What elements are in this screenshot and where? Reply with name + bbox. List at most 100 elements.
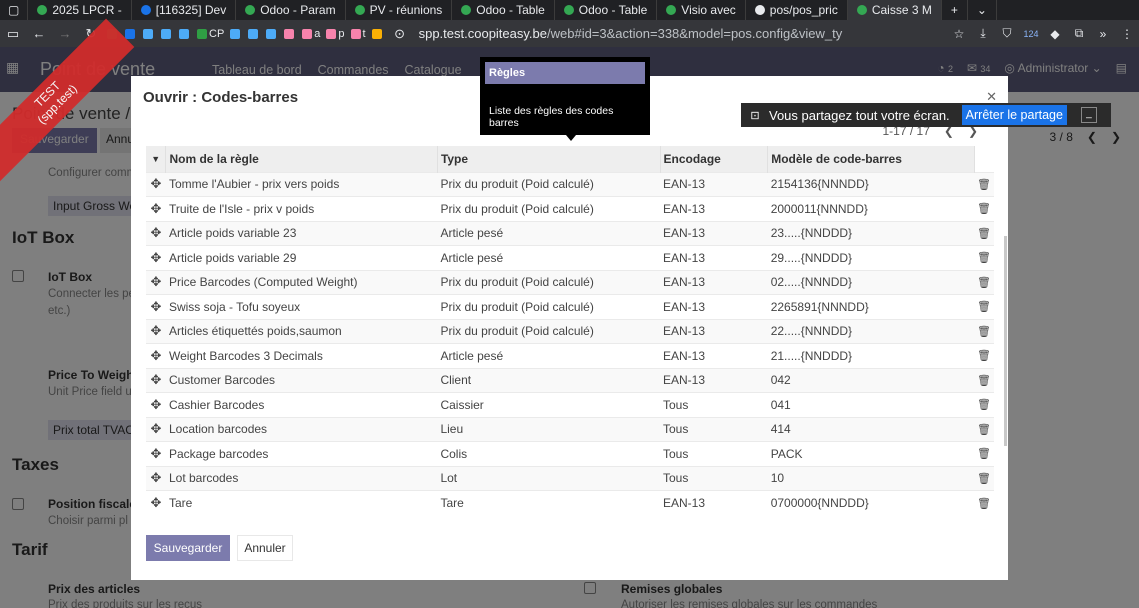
dialog-cancel-button[interactable]: Annuler: [237, 535, 293, 561]
table-row[interactable]: ✥ Swiss soja - Tofu soyeux Prix du produit…: [146, 294, 994, 319]
trash-icon[interactable]: 🗑: [974, 196, 994, 221]
cell-encoding[interactable]: EAN-13: [660, 245, 768, 270]
drag-handle-icon[interactable]: ✥: [146, 220, 166, 246]
cell-encoding[interactable]: EAN-13: [660, 490, 768, 515]
cell-name[interactable]: Location barcodes: [165, 416, 438, 442]
sidebar-toggle-icon[interactable]: ▭: [0, 26, 26, 42]
cell-name[interactable]: Truite de l'Isle - prix v poids: [165, 196, 438, 221]
cell-pattern[interactable]: 10: [767, 465, 974, 491]
cell-pattern[interactable]: 041: [767, 392, 974, 417]
stop-sharing-button[interactable]: Arrêter le partage: [961, 105, 1067, 125]
dialog-save-button[interactable]: Sauvegarder: [146, 535, 230, 561]
cell-encoding[interactable]: Tous: [660, 416, 768, 442]
table-row[interactable]: ✥ Tomme l'Aubier - prix vers poids Prix du…: [146, 171, 994, 197]
table-row[interactable]: ✥ Article poids variable 29 Article pesé EA…: [146, 245, 994, 270]
table-row[interactable]: ✥ Customer Barcodes Client EAN-13 042 🗑: [146, 367, 994, 393]
trash-icon[interactable]: 🗑: [974, 465, 994, 491]
bookmark-item[interactable]: [230, 28, 242, 39]
drag-handle-icon[interactable]: ✥: [146, 392, 166, 417]
browser-tab[interactable]: PV - réunions: [346, 0, 453, 20]
trash-icon[interactable]: 🗑: [974, 392, 994, 417]
cell-pattern[interactable]: 29.....{NNDDD}: [767, 245, 974, 270]
cell-type[interactable]: Prix du produit (Poid calculé): [437, 171, 660, 197]
cell-pattern[interactable]: 21.....{NNDDD}: [767, 343, 974, 368]
trash-icon[interactable]: 🗑: [974, 294, 994, 319]
column-header-pattern[interactable]: Modèle de code-barres: [767, 146, 975, 172]
kebab-menu-icon[interactable]: ⋮: [1115, 27, 1139, 41]
trash-icon[interactable]: 🗑: [974, 269, 994, 295]
cell-name[interactable]: Package barcodes: [165, 441, 438, 466]
drag-handle-icon[interactable]: ✥: [146, 245, 166, 270]
drag-handle-icon[interactable]: ✥: [146, 318, 166, 344]
trash-icon[interactable]: 🗑: [974, 343, 994, 368]
site-info-icon[interactable]: ⊙: [387, 26, 413, 42]
browser-tab[interactable]: Odoo - Table: [452, 0, 555, 20]
table-row[interactable]: ✥ Weight Barcodes 3 Decimals Article pesé E…: [146, 343, 994, 368]
tab-search-icon[interactable]: ▢: [0, 0, 29, 20]
table-row[interactable]: ✥ Truite de l'Isle - prix v poids Prix du …: [146, 196, 994, 221]
cell-encoding[interactable]: Tous: [660, 441, 768, 466]
drag-handle-icon[interactable]: ✥: [146, 294, 166, 319]
cell-encoding[interactable]: EAN-13: [660, 269, 768, 295]
drag-handle-icon[interactable]: ✥: [146, 465, 166, 491]
cell-name[interactable]: Articles étiquettés poids,saumon: [165, 318, 438, 344]
drag-handle-icon[interactable]: ✥: [146, 416, 166, 442]
bookmark-item[interactable]: CP: [197, 28, 224, 40]
cell-encoding[interactable]: Tous: [660, 392, 768, 417]
drag-handle-icon[interactable]: ✥: [146, 490, 166, 515]
cell-encoding[interactable]: EAN-13: [660, 367, 768, 393]
table-row[interactable]: ✥ Tare Tare EAN-13 0700000{NNDDD} 🗑: [146, 490, 994, 515]
table-row[interactable]: ✥ Package barcodes Colis Tous PACK 🗑: [146, 441, 994, 466]
cell-name[interactable]: Cashier Barcodes: [165, 392, 438, 417]
bookmark-item[interactable]: [161, 28, 173, 39]
cell-encoding[interactable]: EAN-13: [660, 294, 768, 319]
table-row[interactable]: ✥ Article poids variable 23 Article pesé EA…: [146, 220, 994, 246]
trash-icon[interactable]: 🗑: [974, 220, 994, 246]
browser-tab[interactable]: Caisse 3 M: [847, 0, 942, 20]
cell-name[interactable]: Lot barcodes: [165, 465, 438, 491]
bookmark-item[interactable]: [248, 28, 260, 39]
table-row[interactable]: ✥ Location barcodes Lieu Tous 414 🗑: [146, 416, 994, 442]
cell-type[interactable]: Lieu: [437, 416, 660, 442]
cell-pattern[interactable]: 042: [767, 367, 974, 393]
shield-extension-icon[interactable]: ⛉: [995, 26, 1019, 41]
drag-handle-icon[interactable]: ✥: [146, 367, 166, 393]
cell-pattern[interactable]: 22.....{NNNDD}: [767, 318, 974, 344]
bookmark-item[interactable]: p: [326, 28, 345, 40]
cell-name[interactable]: Price Barcodes (Computed Weight): [165, 269, 438, 295]
bookmark-item[interactable]: [371, 28, 384, 39]
download-icon[interactable]: ⤓: [971, 26, 995, 41]
extension-icon[interactable]: ◆: [1043, 27, 1067, 41]
cell-type[interactable]: Colis: [437, 441, 660, 466]
browser-tab[interactable]: Odoo - Param: [236, 0, 346, 20]
column-header-type[interactable]: Type: [437, 146, 661, 172]
cell-type[interactable]: Client: [437, 367, 660, 393]
cell-encoding[interactable]: EAN-13: [660, 318, 768, 344]
new-tab-button[interactable]: +: [942, 0, 968, 20]
drag-handle-icon[interactable]: ✥: [146, 171, 166, 197]
cell-name[interactable]: Tare: [165, 490, 438, 515]
bookmark-item[interactable]: [284, 28, 296, 39]
tab-list-icon[interactable]: ⌄: [968, 0, 997, 20]
cell-type[interactable]: Prix du produit (Poid calculé): [437, 294, 660, 319]
extension-badge[interactable]: 124: [1019, 29, 1043, 39]
drag-handle-icon[interactable]: ✥: [146, 269, 166, 295]
cell-encoding[interactable]: Tous: [660, 465, 768, 491]
url-field[interactable]: spp.test.coopiteasy.be/web#id=3&action=3…: [419, 26, 947, 41]
star-icon[interactable]: ☆: [947, 27, 971, 41]
bookmark-item[interactable]: [125, 28, 137, 39]
trash-icon[interactable]: 🗑: [974, 416, 994, 442]
cell-type[interactable]: Prix du produit (Poid calculé): [437, 196, 660, 221]
trash-icon[interactable]: 🗑: [974, 171, 994, 197]
table-row[interactable]: ✥ Price Barcodes (Computed Weight) Prix du…: [146, 269, 994, 295]
browser-tab[interactable]: [116325] Dev: [132, 0, 237, 20]
cell-pattern[interactable]: 2000011{NNNDD}: [767, 196, 974, 221]
cell-type[interactable]: Article pesé: [437, 245, 660, 270]
cell-name[interactable]: Tomme l'Aubier - prix vers poids: [165, 171, 438, 197]
drag-handle-icon[interactable]: ✥: [146, 343, 166, 368]
cell-name[interactable]: Article poids variable 29: [165, 245, 438, 270]
cell-encoding[interactable]: EAN-13: [660, 343, 768, 368]
cell-type[interactable]: Article pesé: [437, 220, 660, 246]
bookmark-item[interactable]: a: [302, 28, 320, 40]
cell-pattern[interactable]: 02.....{NNNDD}: [767, 269, 974, 295]
